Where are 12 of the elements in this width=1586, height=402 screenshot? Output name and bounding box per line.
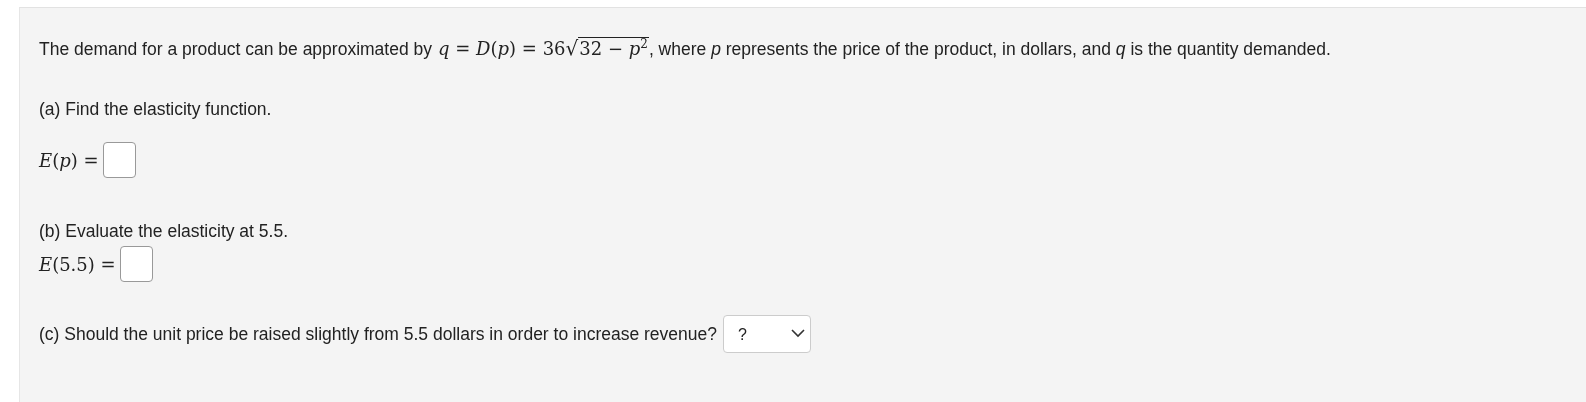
question-text: The demand for a product can be approximated by bbox=[39, 39, 432, 60]
caret-icon bbox=[791, 329, 805, 338]
answer-box[interactable] bbox=[119, 246, 153, 282]
demand-formula: q = D(p) = 36√32 − p$^{2}$ bbox=[438, 36, 649, 60]
answer-dropdown[interactable]: ? bbox=[723, 315, 811, 353]
answer-box[interactable] bbox=[102, 142, 136, 178]
part-prompt: (c) Should the unit price be raised slightly from 5.5 dollars in order to increase revenue? bbox=[39, 323, 717, 345]
math-label: E(5.5) = bbox=[39, 253, 116, 275]
math-label: E(p) = bbox=[39, 149, 99, 171]
part-prompt: (b) Evaluate the elasticity at 5.5. bbox=[39, 221, 289, 242]
question-text: , where p represents the price of the product, in dollars, and q is the quantity demanded. bbox=[648, 39, 1331, 60]
part-prompt: (a) Find the elasticity function. bbox=[39, 99, 272, 120]
